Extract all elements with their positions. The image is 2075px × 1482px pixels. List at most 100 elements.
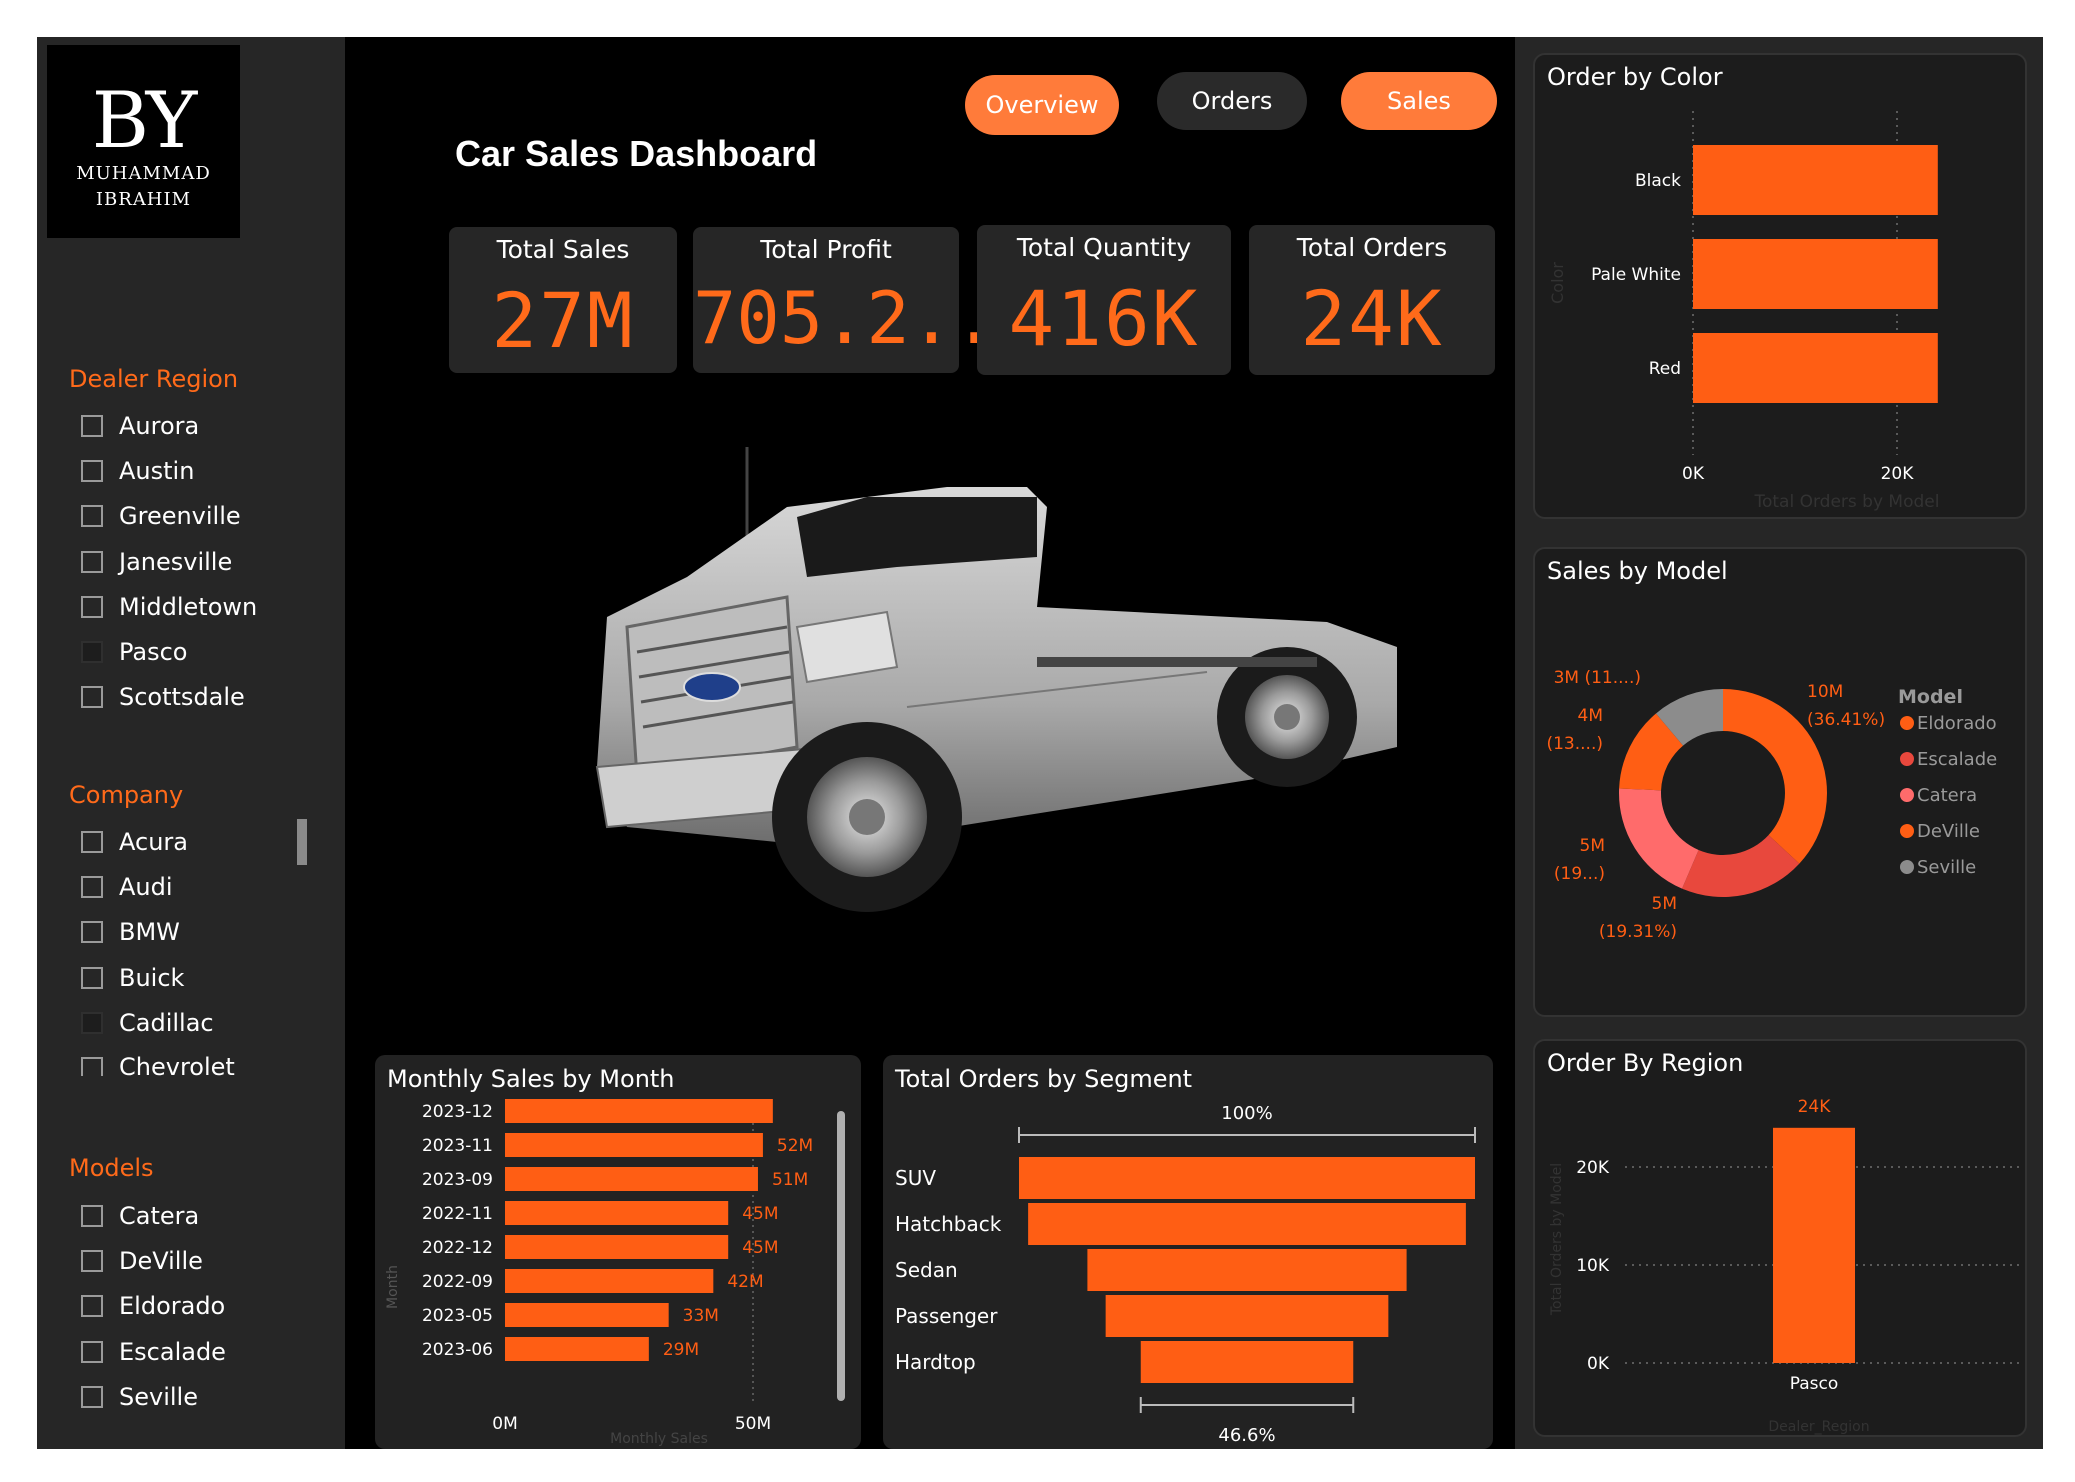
slicer-item-middletown[interactable]: Middletown (81, 592, 257, 622)
tick-label: 2022-09 (422, 1272, 493, 1292)
slicer-item-catera[interactable]: Catera (81, 1201, 199, 1231)
axis-title-x: Total Orders by Model (1754, 492, 1940, 512)
tick-label: Black (1635, 171, 1681, 191)
models-title: Models (69, 1154, 154, 1182)
category-label: Passenger (895, 1304, 998, 1328)
slicer-item-eldorado[interactable]: Eldorado (81, 1291, 225, 1321)
slicer-item-label: Greenville (119, 502, 241, 530)
logo-name-line2: IBRAHIM (95, 189, 192, 210)
checkbox[interactable] (81, 1057, 103, 1076)
tick-label: 2023-06 (422, 1340, 493, 1360)
slicer-item-label: DeVille (119, 1247, 203, 1275)
slicer-item-seville[interactable]: Seville (81, 1382, 198, 1412)
slicer-item-audi[interactable]: Audi (81, 872, 173, 902)
slicer-item-label: Eldorado (119, 1292, 226, 1320)
checkbox[interactable] (81, 596, 103, 618)
checkbox[interactable] (81, 1341, 103, 1363)
kpi-label: Total Profit (760, 235, 892, 264)
orders-button[interactable]: Orders (1157, 72, 1307, 130)
data-label-bottom: 46.6% (1218, 1425, 1275, 1446)
monthly-sales-panel: Monthly Sales by Month Month Monthly Sal… (375, 1055, 861, 1449)
orders-by-segment-chart: 100% SUV Hatchback Sedan Passenger Hardtop 46.… (895, 1103, 1476, 1446)
legend-label: Escalade (1917, 749, 1997, 770)
checkbox[interactable] (81, 831, 103, 853)
legend-label: Catera (1917, 785, 1977, 806)
slicer-item-label: Pasco (119, 638, 188, 666)
slicer-item-label: Scottsdale (119, 683, 245, 711)
logo-monogram: BY (91, 76, 197, 166)
category-label: Sedan (895, 1258, 958, 1282)
axis-title-x: Dealer_Region (1768, 1419, 1869, 1435)
slicer-item-greenville[interactable]: Greenville (81, 501, 241, 531)
bar (505, 1269, 714, 1293)
kpi-label: Total Orders (1296, 233, 1448, 262)
funnel-bar (1019, 1157, 1475, 1199)
data-label: 45M (742, 1238, 778, 1258)
slicer-item-deville[interactable]: DeVille (81, 1246, 203, 1276)
funnel-bar (1140, 1341, 1354, 1383)
slicer-item-label: Escalade (119, 1338, 226, 1366)
order-by-region-chart: Total Orders by Model Dealer_Region 0K 10… (1549, 1097, 2019, 1435)
funnel-bar (1105, 1295, 1389, 1337)
tick-label: 0K (1587, 1354, 1610, 1374)
axis-title-y: Total Orders by Model (1549, 1163, 1565, 1316)
checkbox[interactable] (81, 921, 103, 943)
checkbox[interactable] (81, 1386, 103, 1408)
kpi-value: 705.2... (693, 276, 1040, 360)
slicer-item-escalade[interactable]: Escalade (81, 1337, 226, 1367)
data-label: 3M (11....) (1554, 668, 1641, 688)
logo-name-line1: MUHAMMAD (76, 163, 211, 184)
data-label: (19...) (1554, 864, 1605, 884)
checkbox[interactable] (81, 551, 103, 573)
checkbox[interactable] (81, 415, 103, 437)
checkbox[interactable] (81, 1250, 103, 1272)
dealer-region-title: Dealer Region (69, 365, 239, 393)
kpi-label: Total Sales (496, 235, 630, 264)
slicer-item-label: Middletown (119, 593, 258, 621)
checkbox[interactable] (81, 967, 103, 989)
funnel-bar (1028, 1203, 1466, 1245)
tick-label: 0M (492, 1414, 517, 1434)
data-label: 24K (1798, 1097, 1832, 1117)
slicer-item-acura[interactable]: Acura (81, 827, 188, 857)
slicer-item-austin[interactable]: Austin (81, 456, 194, 486)
checkbox[interactable] (81, 460, 103, 482)
slicer-item-label: Audi (119, 873, 173, 901)
slicer-item-buick[interactable]: Buick (81, 963, 184, 993)
bar (1693, 239, 1938, 309)
slicer-item-aurora[interactable]: Aurora (81, 411, 199, 441)
overview-button[interactable]: Overview (965, 75, 1119, 135)
tick-label: 20K (1881, 464, 1915, 484)
legend-marker (1900, 716, 1914, 730)
checkbox[interactable] (81, 876, 103, 898)
slicer-item-chevrolet[interactable]: Chevrolet (81, 1053, 235, 1076)
company-scrollbar[interactable] (297, 819, 307, 865)
slicer-item-cadillac[interactable]: Cadillac (81, 1008, 214, 1038)
slicer-item-janesville[interactable]: Janesville (81, 547, 232, 577)
order-by-region-panel: Order By Region Total Orders by Model De… (1533, 1039, 2027, 1437)
tick-label: Pale White (1591, 265, 1681, 285)
checkbox[interactable] (81, 686, 103, 708)
checkbox[interactable] (81, 505, 103, 527)
slicer-item-pasco[interactable]: Pasco (81, 637, 187, 667)
data-label: 52M (777, 1136, 813, 1156)
tick-label: Pasco (1790, 1374, 1839, 1394)
sales-button[interactable]: Sales (1341, 72, 1497, 130)
data-label: 5M (1580, 836, 1605, 856)
slicer-item-bmw[interactable]: BMW (81, 917, 180, 947)
slicer-item-label: BMW (119, 918, 180, 946)
bar (1773, 1127, 1855, 1363)
sales-by-model-chart: Model 10M (36.41%) 5M (19.31%) 5M (19...) 4M (1… (1546, 668, 1997, 942)
funnel-bar (1087, 1249, 1407, 1291)
data-label: 4M (1578, 706, 1603, 726)
slicer-item-label: Janesville (119, 548, 233, 576)
checkbox-checked[interactable] (81, 641, 103, 663)
checkbox[interactable] (81, 1205, 103, 1227)
slicer-item-scottsdale[interactable]: Scottsdale (81, 682, 245, 712)
category-label: SUV (895, 1166, 936, 1190)
checkbox[interactable] (81, 1295, 103, 1317)
checkbox-checked[interactable] (81, 1012, 103, 1034)
logo: BY MUHAMMAD IBRAHIM (47, 45, 240, 238)
legend-label: Seville (1917, 857, 1976, 878)
monthly-sales-scrollbar[interactable] (837, 1111, 845, 1401)
